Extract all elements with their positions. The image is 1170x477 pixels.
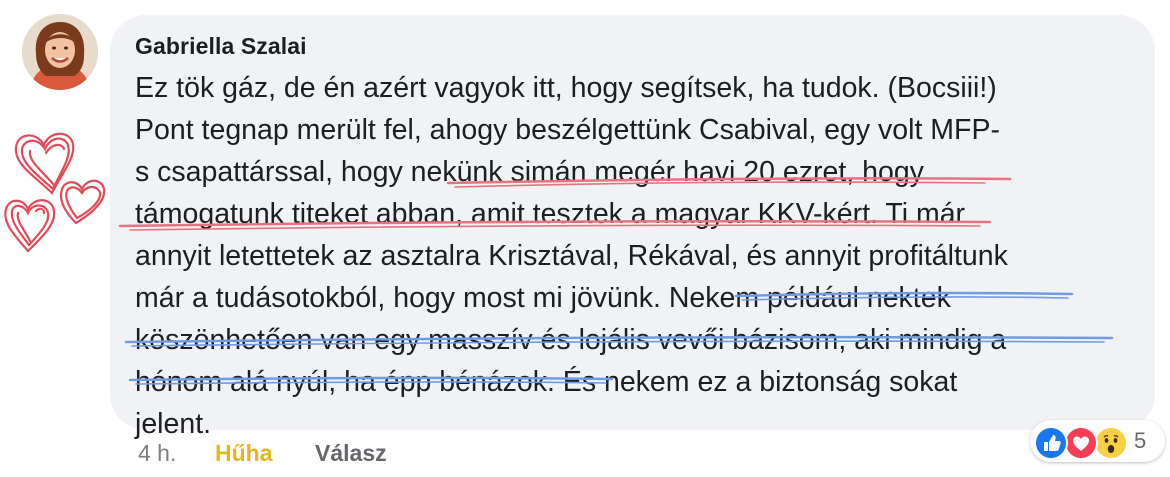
comment-text: Ez tök gáz, de én azért vagyok itt, hogy… [135,67,1145,445]
comment-line: hónom alá nyúl, ha épp bénázok. És nekem… [135,366,958,398]
reactions-summary[interactable]: 5 [1030,420,1165,462]
avatar[interactable] [22,14,98,90]
comment-line: jelent. [135,408,212,440]
reaction-button[interactable]: Hűha [215,438,273,468]
author-name[interactable]: Gabriella Szalai [135,33,307,60]
hand-drawn-hearts-icon [4,132,106,253]
reply-button[interactable]: Válasz [315,438,387,468]
comment-line: már a tudásotokból, hogy most mi jövünk.… [135,282,951,314]
like-icon [1034,426,1068,460]
love-icon [1064,426,1098,460]
timestamp[interactable]: 4 h. [138,438,176,468]
reaction-count: 5 [1134,428,1147,453]
comment-line: s csapattárssal, hogy nekünk simán megér… [135,156,924,188]
profile-photo [22,14,98,90]
comment-line: annyit letettetek az asztalra Krisztával… [135,240,1008,272]
comment-line: köszönhetően van egy masszív és lojális … [135,324,1007,356]
comment-line: Pont tegnap merült fel, ahogy beszélgett… [135,114,1000,146]
comment-line: Ez tök gáz, de én azért vagyok itt, hogy… [135,72,997,104]
wow-icon [1094,426,1128,460]
comment-screenshot: Gabriella Szalai Ez tök gáz, de én azért… [0,0,1170,477]
comment-line: támogatunk titeket abban, amit tesztek a… [135,198,966,230]
